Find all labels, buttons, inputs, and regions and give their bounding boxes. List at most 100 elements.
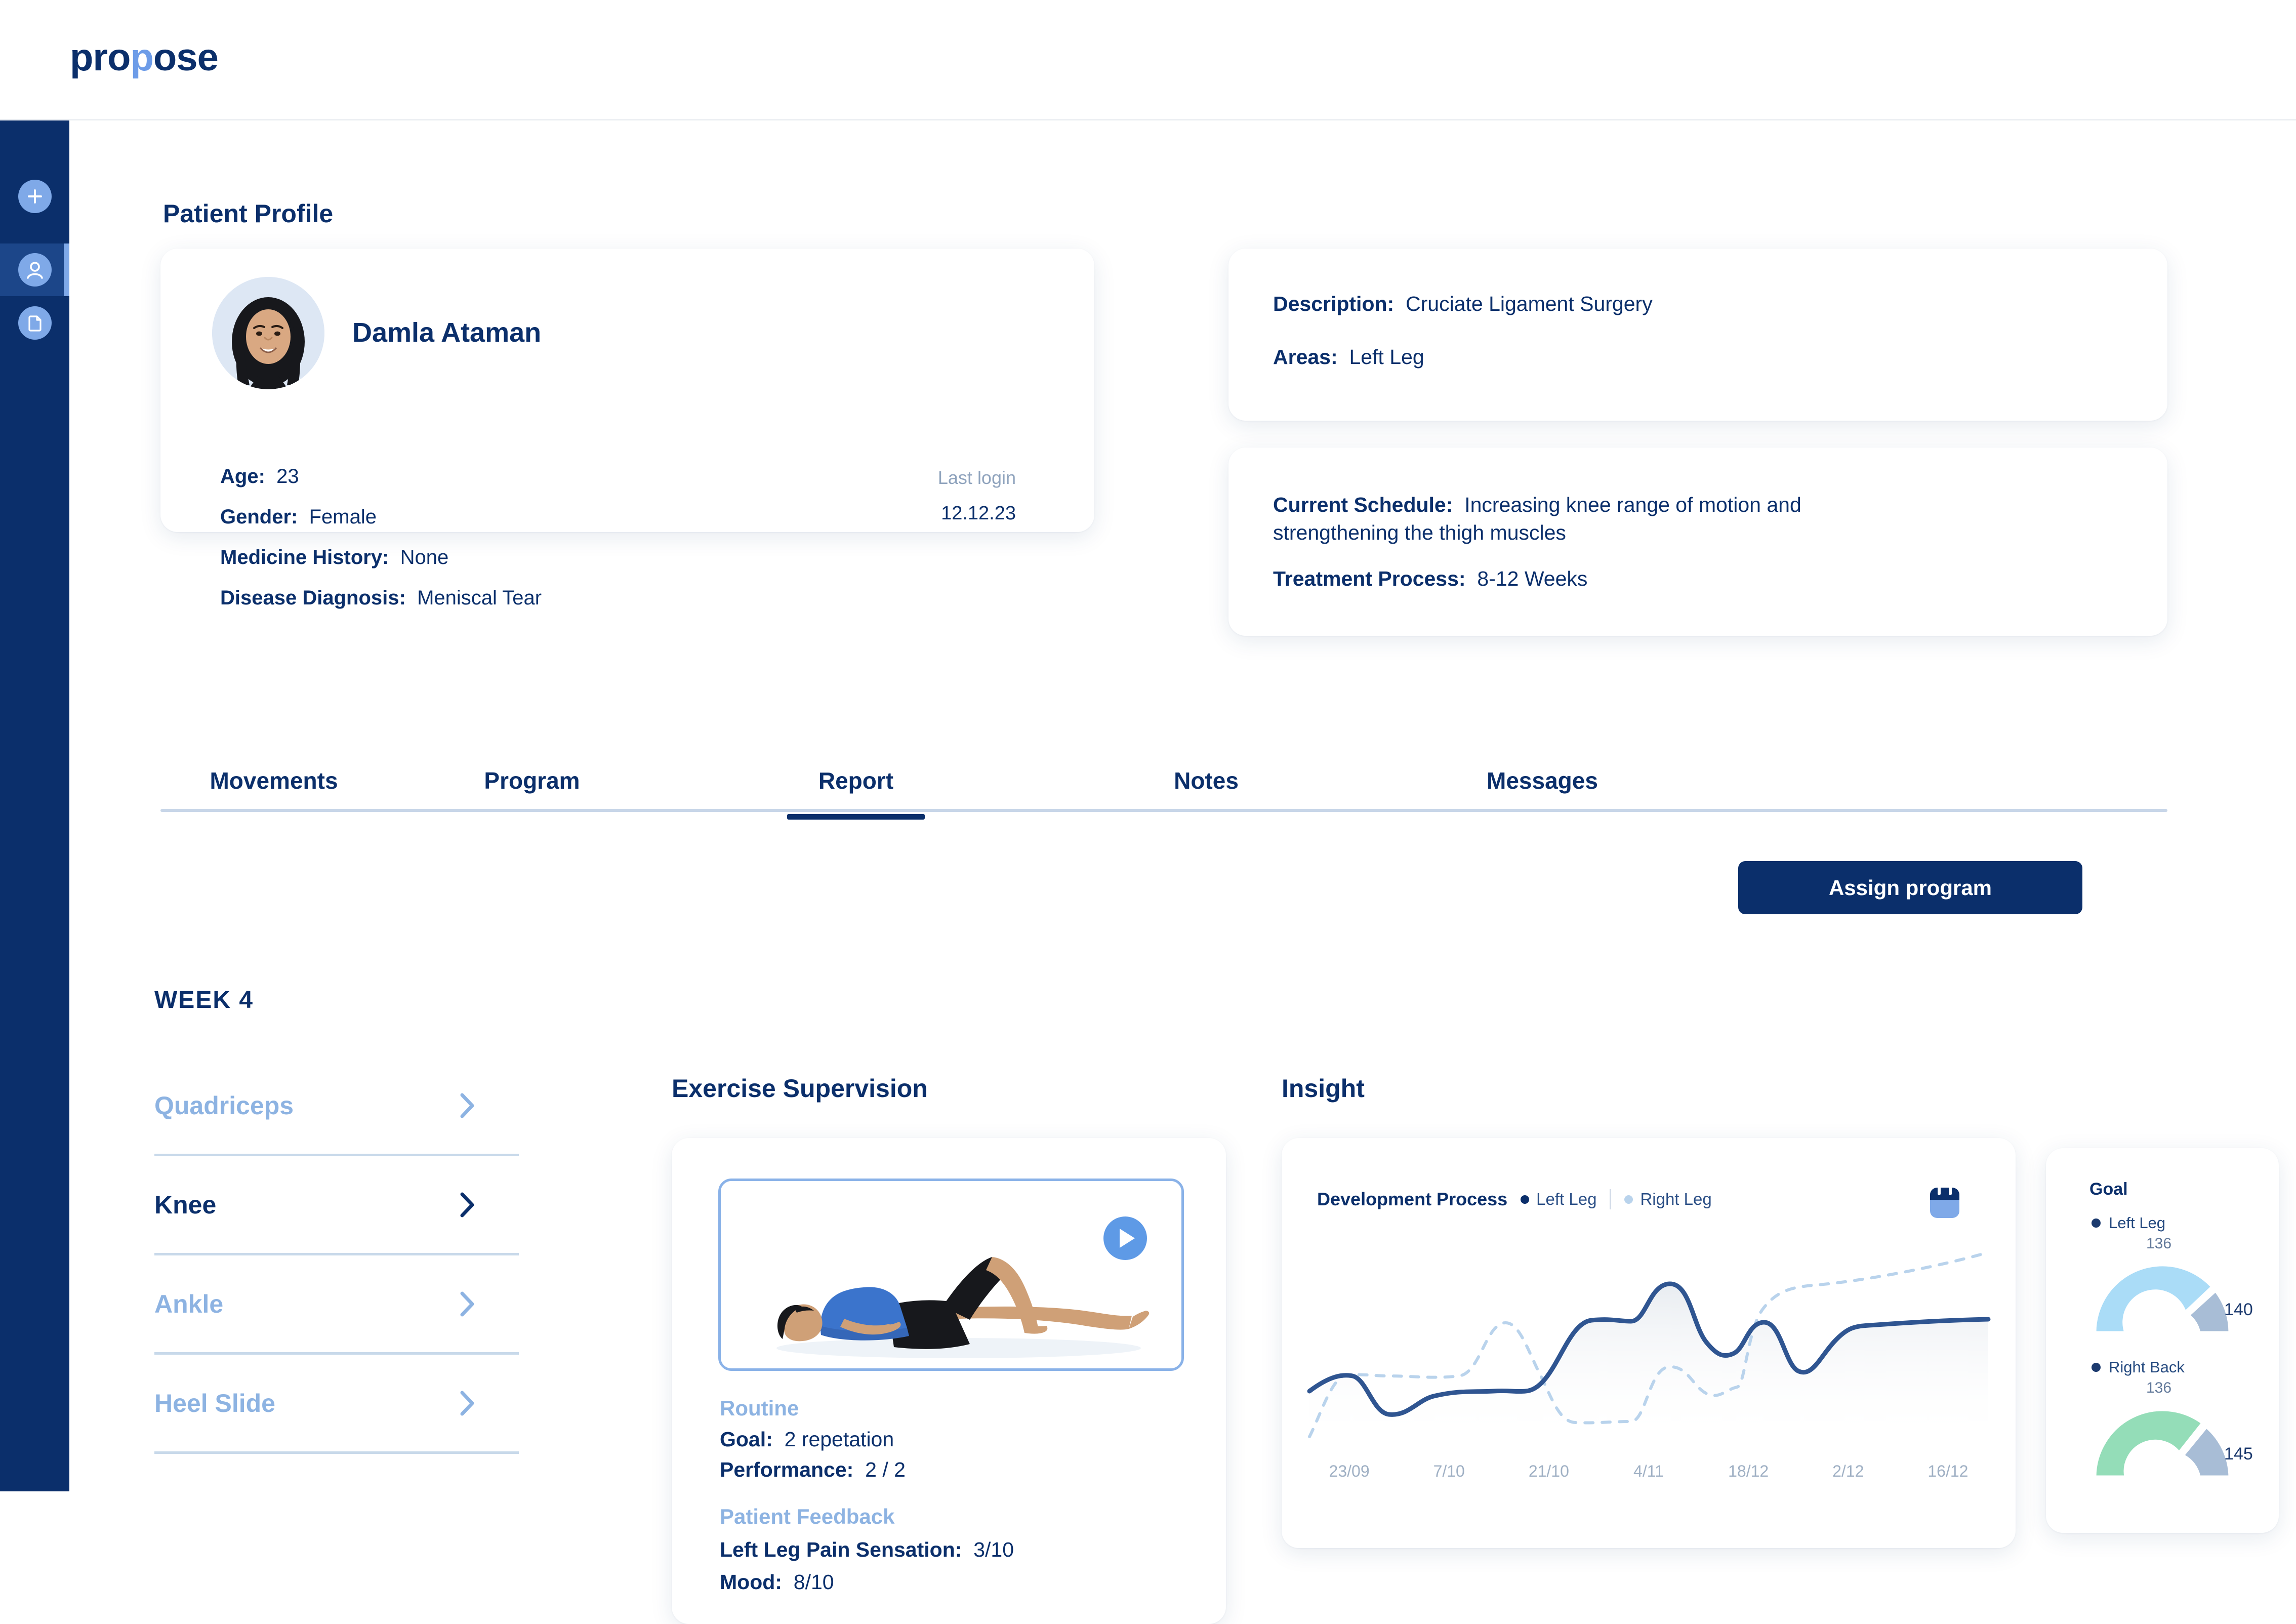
body-part-item-heel-slide[interactable]: Heel Slide bbox=[154, 1355, 519, 1454]
legend-separator bbox=[1610, 1189, 1612, 1209]
chevron-right-icon bbox=[458, 1191, 476, 1219]
mood-value: 8/10 bbox=[793, 1570, 834, 1594]
pain-sensation-row: Left Leg Pain Sensation: 3/10 bbox=[720, 1538, 1014, 1562]
field-gender: Gender: Female bbox=[220, 506, 377, 529]
description-row: Description: Cruciate Ligament Surgery bbox=[1273, 290, 2123, 318]
assign-program-button[interactable]: Assign program bbox=[1738, 861, 2082, 914]
body-part-item-knee[interactable]: Knee bbox=[154, 1156, 519, 1255]
field-gender-value: Female bbox=[309, 506, 377, 528]
goal-card: Goal Left Leg 136 140 Right Back 136 145 bbox=[2046, 1148, 2279, 1533]
field-disease-diagnosis-label: Disease Diagnosis: bbox=[220, 587, 406, 609]
tab-messages[interactable]: Messages bbox=[1436, 750, 1649, 811]
legend-label: Left Leg bbox=[1536, 1190, 1597, 1208]
development-process-chart-card: Development Process Left Leg Right Leg 2… bbox=[1282, 1138, 2016, 1548]
x-tick: 2/12 bbox=[1832, 1462, 1864, 1480]
description-label: Description: bbox=[1273, 292, 1395, 315]
legend-dot-icon bbox=[1521, 1195, 1530, 1204]
areas-row: Areas: Left Leg bbox=[1273, 343, 1424, 371]
gauge-arc-left-leg bbox=[2094, 1264, 2231, 1334]
exercise-supervision-card: Routine Goal: 2 repetation Performance: … bbox=[672, 1138, 1226, 1624]
routine-goal-label: Goal: bbox=[720, 1428, 773, 1451]
routine-performance-row: Performance: 2 / 2 bbox=[720, 1458, 906, 1482]
schedule-card: Current Schedule: Increasing knee range … bbox=[1228, 448, 2167, 636]
gauge-target-value: 145 bbox=[2224, 1444, 2253, 1464]
tab-notes[interactable]: Notes bbox=[1137, 750, 1275, 811]
description-value: Cruciate Ligament Surgery bbox=[1406, 292, 1653, 315]
pain-sensation-label: Left Leg Pain Sensation: bbox=[720, 1538, 962, 1561]
chevron-right-icon bbox=[458, 1390, 476, 1417]
page-title: Patient Profile bbox=[163, 199, 334, 228]
chevron-right-icon bbox=[458, 1092, 476, 1119]
user-icon bbox=[26, 262, 43, 279]
x-tick: 4/11 bbox=[1633, 1462, 1664, 1480]
field-gender-label: Gender: bbox=[220, 506, 298, 528]
patient-profile-card: Damla Ataman Age: 23 Gender: Female Medi… bbox=[160, 249, 1094, 609]
field-medicine-history-label: Medicine History: bbox=[220, 546, 389, 569]
goal-card-title: Goal bbox=[2089, 1180, 2128, 1199]
gauge-target-value: 140 bbox=[2224, 1300, 2253, 1319]
routine-goal-row: Goal: 2 repetation bbox=[720, 1428, 894, 1451]
legend-dot-icon bbox=[2092, 1219, 2101, 1228]
sidebar-item-add[interactable] bbox=[0, 170, 69, 223]
sidebar-item-patients[interactable] bbox=[0, 243, 69, 296]
legend-dot-icon bbox=[2092, 1363, 2101, 1372]
play-button[interactable] bbox=[1103, 1216, 1147, 1260]
body-part-label: Heel Slide bbox=[154, 1389, 275, 1417]
body-part-item-quadriceps[interactable]: Quadriceps bbox=[154, 1057, 519, 1156]
exercise-video-thumbnail[interactable] bbox=[718, 1179, 1184, 1371]
legend-right-leg: Right Leg bbox=[1624, 1190, 1712, 1209]
gauge-current-value: 136 bbox=[2146, 1235, 2172, 1252]
field-age: Age: 23 bbox=[220, 465, 299, 488]
areas-label: Areas: bbox=[1273, 345, 1338, 369]
x-tick: 18/12 bbox=[1728, 1462, 1769, 1480]
legend-left-leg: Left Leg bbox=[1521, 1190, 1596, 1209]
logo-part-1: pro bbox=[70, 36, 131, 79]
document-icon bbox=[28, 315, 42, 332]
chart-x-axis: 23/09 7/10 21/10 4/11 18/12 2/12 16/12 bbox=[1282, 1462, 2016, 1481]
body-part-label: Knee bbox=[154, 1190, 217, 1219]
tab-report[interactable]: Report bbox=[787, 750, 925, 811]
app-logo[interactable]: propose bbox=[70, 35, 219, 79]
development-process-line-chart bbox=[1307, 1251, 1991, 1442]
logo-part-2: p bbox=[130, 36, 153, 79]
tab-program[interactable]: Program bbox=[419, 750, 645, 811]
plus-icon bbox=[27, 189, 42, 204]
body-part-label: Quadriceps bbox=[154, 1091, 294, 1120]
calendar-button[interactable] bbox=[1927, 1182, 1962, 1219]
week-label: WEEK 4 bbox=[154, 987, 254, 1013]
exercise-illustration bbox=[721, 1181, 1181, 1368]
patient-name: Damla Ataman bbox=[352, 317, 542, 348]
field-medicine-history: Medicine History: None bbox=[220, 546, 448, 569]
logo-part-3: ose bbox=[153, 36, 219, 79]
document-badge bbox=[18, 306, 52, 340]
left-sidebar bbox=[0, 120, 69, 1491]
avatar-image bbox=[212, 277, 324, 389]
treatment-process-label: Treatment Process: bbox=[1273, 567, 1466, 590]
routine-performance-label: Performance: bbox=[720, 1458, 854, 1481]
field-medicine-history-value: None bbox=[400, 546, 449, 569]
current-schedule-label: Current Schedule: bbox=[1273, 493, 1453, 516]
current-schedule-row: Current Schedule: Increasing knee range … bbox=[1273, 491, 1896, 547]
tab-movements[interactable]: Movements bbox=[160, 750, 387, 811]
last-login-label: Last login bbox=[937, 467, 1016, 488]
tab-bar: Movements Program Report Notes Messages bbox=[160, 750, 2167, 811]
areas-value: Left Leg bbox=[1349, 345, 1424, 369]
field-disease-diagnosis-value: Meniscal Tear bbox=[417, 587, 542, 609]
gauge-current-value: 136 bbox=[2146, 1379, 2172, 1396]
mood-label: Mood: bbox=[720, 1570, 782, 1594]
field-age-label: Age: bbox=[220, 465, 265, 488]
last-login-value: 12.12.23 bbox=[941, 503, 1016, 524]
tab-divider bbox=[160, 809, 2167, 812]
sidebar-item-documents[interactable] bbox=[0, 297, 69, 349]
body-part-item-ankle[interactable]: Ankle bbox=[154, 1255, 519, 1355]
gauge-label: Left Leg bbox=[2109, 1214, 2166, 1232]
gauge-label: Right Back bbox=[2109, 1358, 2185, 1376]
top-header-bar: propose bbox=[0, 0, 2296, 120]
field-disease-diagnosis: Disease Diagnosis: Meniscal Tear bbox=[220, 587, 542, 610]
chart-header: Development Process Left Leg Right Leg bbox=[1317, 1189, 1712, 1210]
body-part-list: Quadriceps Knee Ankle Heel Slide bbox=[154, 1057, 519, 1454]
x-tick: 16/12 bbox=[1928, 1462, 1969, 1480]
x-tick: 21/10 bbox=[1528, 1462, 1569, 1480]
routine-goal-value: 2 repetation bbox=[784, 1428, 894, 1451]
exercise-supervision-title: Exercise Supervision bbox=[672, 1074, 928, 1103]
